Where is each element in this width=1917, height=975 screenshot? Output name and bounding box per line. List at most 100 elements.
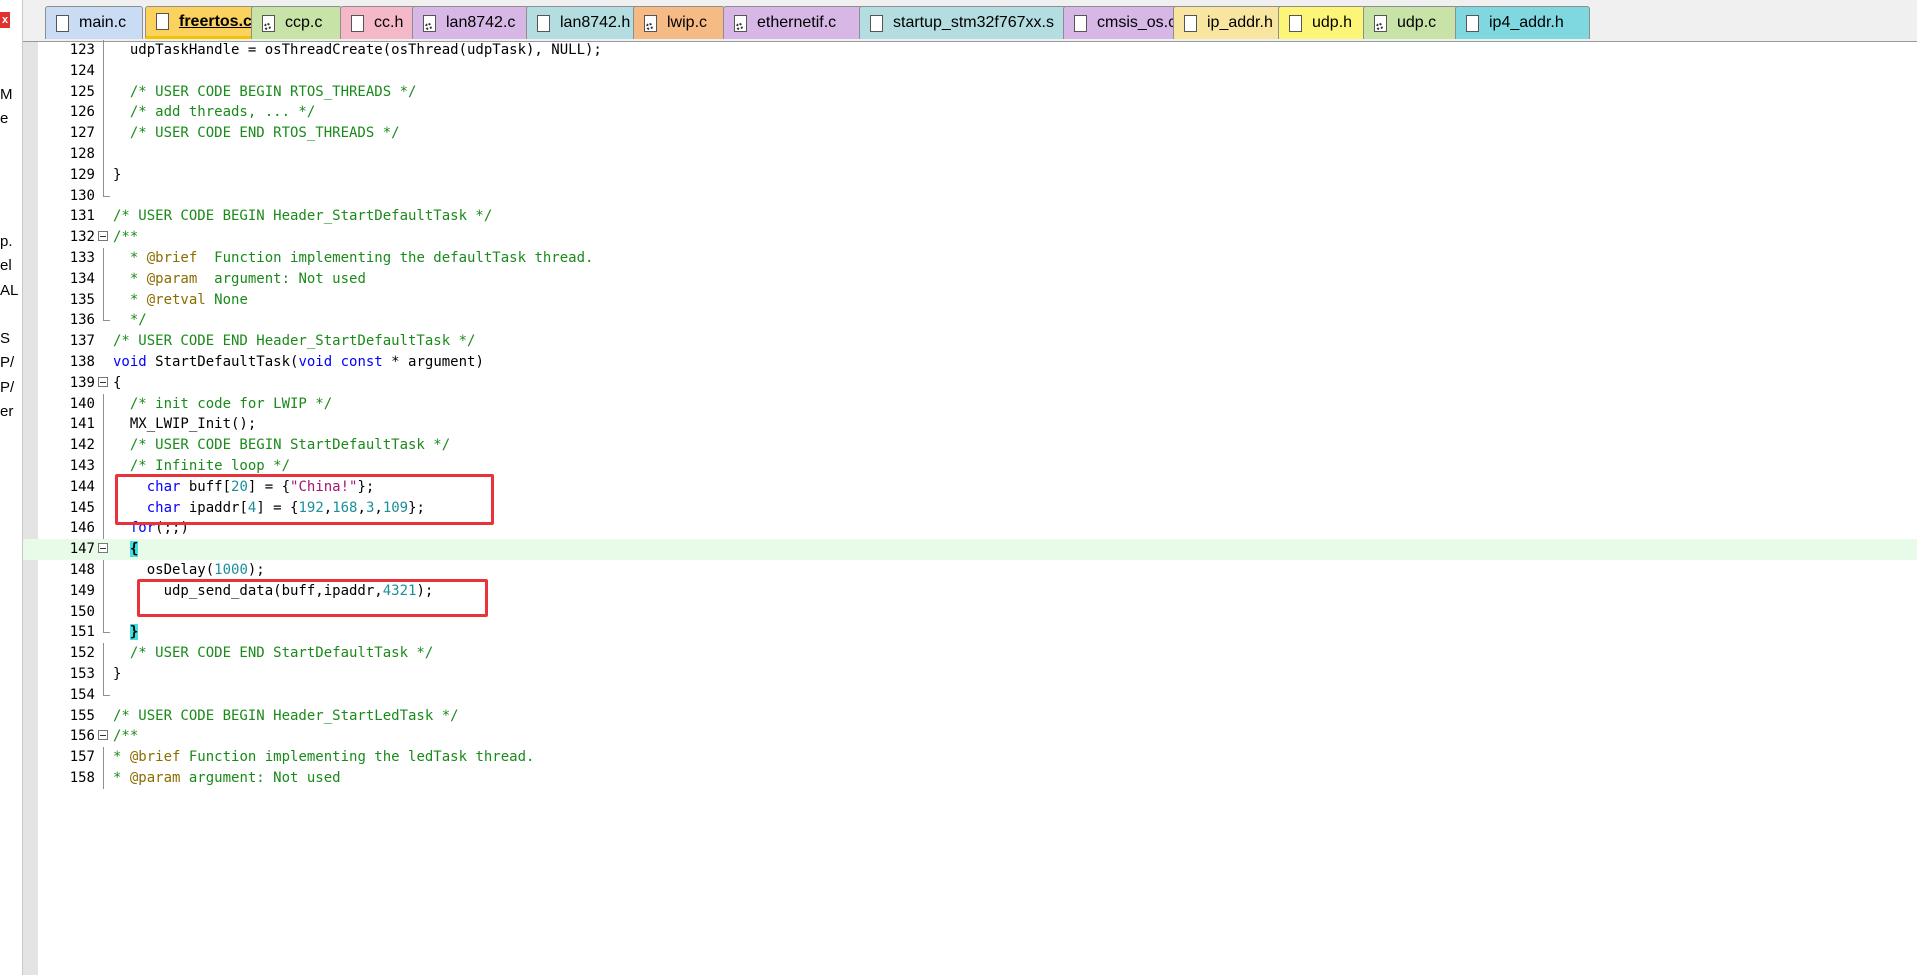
code-token: Function implementing the defaultTask th…	[197, 250, 594, 266]
tab-lwip-c[interactable]: lwip.c	[633, 6, 725, 39]
tab-ip-addr-h[interactable]: ip_addr.h	[1173, 6, 1285, 39]
fold-toggle-icon[interactable]	[98, 543, 108, 554]
code-line[interactable]: 144 char buff[20] = {"China!"};	[23, 476, 1917, 498]
fold-toggle-icon[interactable]	[98, 376, 108, 387]
tab-label: lan8742.c	[446, 14, 516, 31]
code-token: }	[113, 666, 122, 682]
tab-lan8742-c[interactable]: lan8742.c	[412, 6, 530, 39]
code-editor[interactable]: 123 udpTaskHandle = osThreadCreate(osThr…	[23, 40, 1917, 975]
code-line[interactable]: 149 udp_send_data(buff,ipaddr,4321);	[23, 580, 1917, 602]
fold-toggle-icon[interactable]	[98, 730, 108, 741]
line-number: 127	[69, 125, 95, 142]
code-line[interactable]: 125 /* USER CODE BEGIN RTOS_THREADS */	[23, 81, 1917, 103]
project-tree-fragment[interactable]: p.	[0, 233, 13, 250]
project-tree-fragment[interactable]: P/	[0, 354, 14, 371]
fold-toggle-icon[interactable]	[98, 231, 108, 242]
project-tree-fragment[interactable]: M	[0, 86, 13, 103]
project-tree-fragment[interactable]: AL	[0, 282, 18, 299]
code-line[interactable]: 134 * @param argument: Not used	[23, 268, 1917, 290]
code-token: * argument)	[382, 354, 484, 370]
tab-main-c[interactable]: main.c	[45, 6, 143, 39]
code-line[interactable]: 138 void StartDefaultTask(void const * ar…	[23, 352, 1917, 373]
tab-ip4-addr-h[interactable]: ip4_addr.h	[1455, 6, 1590, 39]
fold-guide	[103, 310, 110, 322]
code-line[interactable]: 135 * @retval None	[23, 289, 1917, 311]
code-line[interactable]: 143 /* Infinite loop */	[23, 456, 1917, 477]
code-line[interactable]: 154	[23, 684, 1917, 706]
code-line[interactable]: 156 /**	[23, 726, 1917, 747]
code-token: };	[357, 478, 375, 495]
code-line[interactable]: 152 /* USER CODE END StartDefaultTask */	[23, 643, 1917, 665]
code-line[interactable]: 123 udpTaskHandle = osThreadCreate(osThr…	[23, 40, 1917, 61]
tab-cmsis-os-c[interactable]: cmsis_os.c	[1063, 6, 1181, 39]
code-line[interactable]: 133 * @brief Function implementing the d…	[23, 248, 1917, 269]
fold-guide	[103, 185, 110, 197]
code-line[interactable]: 126 /* add threads, ... */	[23, 102, 1917, 124]
tab-udp-c[interactable]: udp.c	[1363, 6, 1459, 39]
fold-guide	[103, 560, 104, 581]
code-line[interactable]: 141 MX_LWIP_Init();	[23, 414, 1917, 436]
fold-guide	[103, 102, 104, 124]
line-number: 135	[69, 291, 95, 308]
code-line[interactable]: 130	[23, 185, 1917, 207]
fold-guide	[103, 684, 110, 696]
code-text: char buff[20] = {"China!"};	[113, 477, 375, 498]
generated-file-icon	[262, 14, 275, 32]
code-line[interactable]: 139 {	[23, 373, 1917, 394]
code-line[interactable]: 146 for(;;)	[23, 518, 1917, 540]
code-token: argument: Not used	[197, 270, 366, 287]
fold-guide	[103, 643, 104, 665]
tab-startup-stm32f767xx-s[interactable]: startup_stm32f767xx.s	[859, 6, 1068, 39]
fold-guide	[103, 81, 104, 103]
code-token: {	[113, 374, 122, 391]
tab-ccp-c[interactable]: ccp.c	[251, 6, 342, 39]
line-number: 144	[69, 478, 95, 495]
tab-udp-h[interactable]: udp.h	[1278, 6, 1373, 39]
code-line[interactable]: 151 }	[23, 622, 1917, 643]
code-line[interactable]: 150	[23, 601, 1917, 623]
code-line[interactable]: 147 {	[23, 539, 1917, 561]
code-token: 109	[382, 499, 409, 516]
tab-freertos-c[interactable]: freertos.c	[145, 6, 260, 39]
code-line[interactable]: 136 */	[23, 310, 1917, 331]
code-token: MX_LWIP_Init();	[113, 416, 257, 433]
code-token: ,	[374, 499, 383, 516]
project-tree-fragment[interactable]: e	[0, 110, 8, 127]
code-line[interactable]: 140 /* init code for LWIP */	[23, 393, 1917, 415]
code-line[interactable]: 142 /* USER CODE BEGIN StartDefaultTask …	[23, 435, 1917, 457]
code-line[interactable]: 157 * @brief Function implementing the le…	[23, 747, 1917, 769]
code-line[interactable]: 145 char ipaddr[4] = {192,168,3,109};	[23, 497, 1917, 519]
code-line[interactable]: 131 /* USER CODE BEGIN Header_StartDefaul…	[23, 206, 1917, 227]
code-line[interactable]: 137 /* USER CODE END Header_StartDefaultT…	[23, 331, 1917, 352]
code-text: char ipaddr[4] = {192,168,3,109};	[113, 498, 425, 519]
project-tree-fragment[interactable]: el	[0, 257, 12, 274]
fold-guide	[103, 144, 104, 165]
fold-guide	[103, 580, 104, 602]
code-token: );	[416, 582, 434, 599]
code-line[interactable]: 129}	[23, 164, 1917, 186]
project-tree-fragment[interactable]: P/	[0, 379, 14, 396]
project-tree-fragment[interactable]: S	[0, 330, 10, 347]
line-number: 138	[69, 354, 95, 370]
code-line[interactable]: 155 /* USER CODE BEGIN Header_StartLedTas…	[23, 706, 1917, 727]
code-token: @retval	[146, 291, 206, 308]
code-text: /* USER CODE BEGIN StartDefaultTask */	[113, 435, 450, 456]
fold-guide	[103, 476, 104, 498]
tab-lan8742-h[interactable]: lan8742.h	[526, 6, 644, 39]
code-line[interactable]: 153}	[23, 664, 1917, 685]
code-line[interactable]: 158 * @param argument: Not used	[23, 768, 1917, 789]
tab-label: udp.h	[1312, 14, 1353, 31]
code-line[interactable]: 124	[23, 60, 1917, 82]
code-line[interactable]: 127 /* USER CODE END RTOS_THREADS */	[23, 123, 1917, 145]
close-panel-icon[interactable]: x	[0, 12, 10, 28]
code-line[interactable]: 132 /**	[23, 227, 1917, 248]
tab-ethernetif-c[interactable]: ethernetif.c	[723, 6, 866, 39]
line-number: 145	[69, 499, 95, 516]
project-tree-fragment[interactable]: er	[0, 403, 13, 420]
code-line[interactable]: 128	[23, 144, 1917, 165]
line-number: 130	[69, 187, 95, 204]
code-line[interactable]: 148 osDelay(1000);	[23, 560, 1917, 581]
